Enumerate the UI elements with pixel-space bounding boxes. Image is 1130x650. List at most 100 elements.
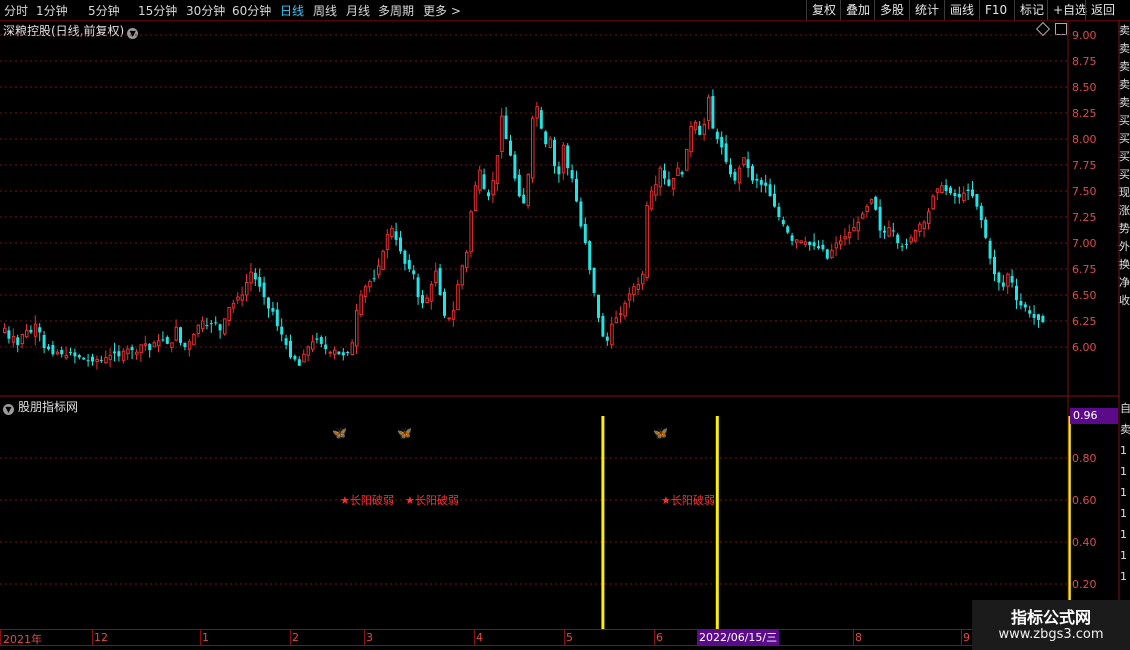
candle (817, 240, 820, 250)
candle (394, 222, 398, 246)
price-tick: 7.50 (1072, 185, 1097, 198)
candle (605, 332, 609, 346)
candle (47, 343, 50, 351)
price-tick: 6.00 (1072, 341, 1097, 354)
butterfly-icon: 🦋 (653, 426, 668, 440)
candle (99, 355, 103, 363)
candle (267, 296, 270, 318)
candle (610, 316, 614, 349)
candle (113, 342, 116, 362)
candle (346, 351, 350, 356)
side-quote-panel: 卖卖卖卖卖买买买买现涨势外换净收 (1119, 24, 1130, 307)
price-tick: 6.25 (1072, 315, 1097, 328)
price-tick: 8.50 (1072, 81, 1097, 94)
candle (553, 136, 556, 174)
candle (535, 101, 539, 127)
candle (504, 106, 508, 140)
candle (1006, 272, 1010, 294)
candle (993, 249, 996, 282)
candle (685, 148, 689, 171)
candle (456, 279, 460, 311)
signal-label-text: 长阳破弱 (349, 494, 394, 507)
candle (720, 131, 724, 155)
candle (966, 183, 970, 201)
chevron-down-icon[interactable]: ▼ (3, 404, 14, 415)
candle (764, 174, 768, 193)
signal-bar (715, 416, 719, 629)
candle (240, 286, 245, 307)
candle (64, 346, 69, 361)
candle (245, 274, 249, 302)
candle (368, 279, 372, 293)
candle (33, 315, 38, 346)
candle (570, 164, 574, 183)
candle (689, 121, 693, 158)
candle (531, 115, 535, 183)
price-tick: 6.50 (1072, 289, 1097, 302)
date-tick: 2021年 (3, 633, 42, 646)
candle (759, 177, 763, 193)
date-tick: 4 (476, 631, 483, 644)
candle (931, 194, 935, 211)
price-tick: 7.00 (1072, 237, 1097, 250)
candle (73, 348, 77, 364)
candle (311, 334, 315, 353)
price-tick: 6.75 (1072, 263, 1097, 276)
candle (201, 316, 205, 333)
candle (790, 232, 794, 246)
candle (495, 155, 500, 192)
candle (896, 232, 900, 249)
candle (808, 241, 812, 251)
candle (11, 328, 16, 348)
candle (482, 168, 486, 190)
indicator-title[interactable]: ▼ 股朋指标网 (3, 398, 78, 415)
candle (337, 351, 341, 355)
price-tick: 8.00 (1072, 133, 1097, 146)
kline-chart (0, 20, 1120, 650)
candle (803, 236, 808, 248)
candle (1023, 301, 1027, 312)
price-tick: 7.25 (1072, 211, 1097, 224)
candle (1037, 313, 1040, 328)
candle (363, 284, 368, 304)
signal-label: ★长阳破弱 (340, 494, 394, 507)
candle (715, 128, 719, 144)
candle (592, 267, 596, 297)
candle (161, 331, 165, 342)
candle (1032, 305, 1036, 325)
candle (988, 238, 992, 265)
butterfly-icon: 🦋 (332, 426, 347, 440)
candle (619, 306, 623, 323)
candle (707, 94, 711, 129)
candle (636, 277, 641, 295)
candle (293, 354, 297, 362)
candle (183, 342, 187, 351)
candle (258, 268, 262, 292)
candle (333, 346, 337, 360)
candle (399, 230, 402, 254)
candle (289, 334, 292, 359)
candle (315, 332, 319, 344)
candle (852, 218, 856, 232)
candle (121, 348, 126, 364)
candle (55, 349, 60, 356)
price-tick: 9.00 (1072, 29, 1097, 42)
candle (777, 202, 781, 221)
signal-label: ★长阳破弱 (661, 494, 715, 507)
candle (473, 181, 478, 212)
candle (830, 244, 834, 260)
candle (997, 271, 1001, 291)
candle (126, 345, 130, 360)
candle (676, 161, 680, 176)
candle (526, 173, 531, 209)
candle (187, 339, 192, 357)
signal-label-text: 长阳破弱 (414, 494, 459, 507)
indicator-tick: 0.60 (1072, 494, 1097, 507)
candle (143, 335, 148, 351)
candle (372, 269, 376, 282)
candle (1028, 305, 1032, 318)
candle (271, 301, 275, 316)
candle (711, 89, 715, 129)
candle (649, 186, 654, 212)
candle (460, 264, 465, 290)
